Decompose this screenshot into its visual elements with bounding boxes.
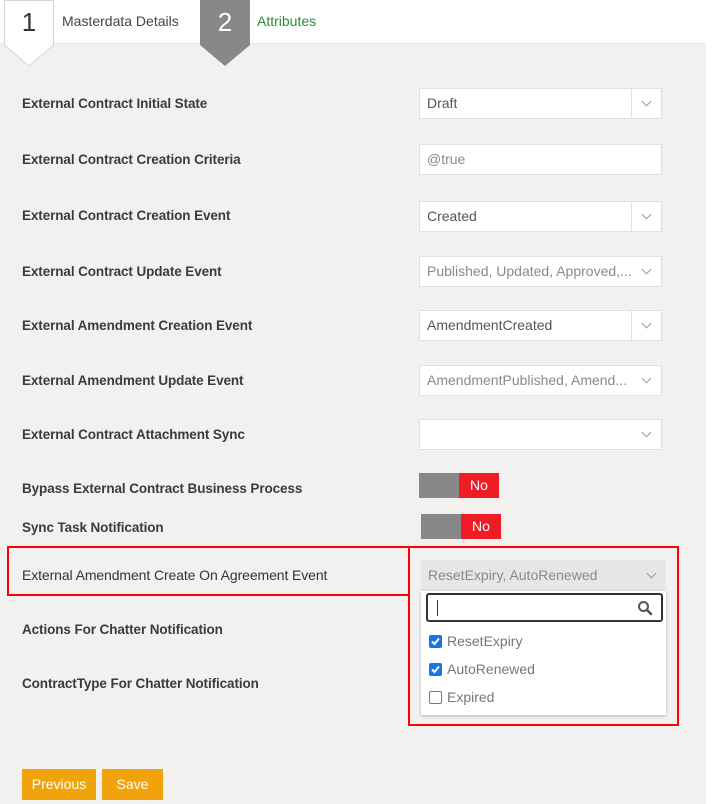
creation-criteria-input[interactable]: @true [419, 144, 662, 175]
field-label: ContractType For Chatter Notification [22, 676, 259, 691]
field-label: External Contract Initial State [22, 96, 208, 111]
sync-task-notification-toggle[interactable]: No [421, 514, 501, 539]
toggle-state: No [461, 514, 501, 539]
text-cursor [437, 600, 438, 616]
toggle-state: No [459, 473, 499, 498]
multiselect-dropdown-panel: ResetExpiry AutoRenewed Expired [421, 591, 666, 715]
toggle-off-area [419, 473, 459, 498]
chevron-down-icon[interactable] [631, 202, 661, 231]
select-value: Published, Updated, Approved,... [427, 263, 632, 279]
option-label: Expired [447, 689, 495, 705]
page: 1 Masterdata Details 2 Attributes Extern… [0, 0, 720, 804]
agreement-event-multiselect[interactable]: ResetExpiry, AutoRenewed [421, 560, 666, 591]
attachment-sync-multiselect[interactable] [419, 419, 662, 450]
field-label: Sync Task Notification [22, 520, 164, 535]
save-button[interactable]: Save [102, 769, 163, 800]
checkbox-unchecked-icon[interactable] [429, 690, 442, 704]
step-number: 2 [217, 7, 233, 37]
option-label: ResetExpiry [447, 633, 523, 649]
select-value: Draft [427, 95, 458, 111]
chevron-down-icon[interactable] [631, 257, 661, 286]
chevron-down-icon[interactable] [631, 311, 661, 340]
chevron-down-icon[interactable] [631, 420, 661, 449]
field-label: External Amendment Create On Agreement E… [22, 567, 328, 583]
select-value: AmendmentCreated [427, 317, 553, 333]
step-number: 1 [21, 7, 37, 37]
previous-button[interactable]: Previous [22, 769, 96, 800]
amendment-update-event-multiselect[interactable]: AmendmentPublished, Amend... [419, 365, 662, 396]
dropdown-search-input[interactable] [426, 593, 663, 622]
field-label: Actions For Chatter Notification [22, 622, 223, 637]
checkbox-checked-icon[interactable] [429, 634, 442, 648]
option-label: AutoRenewed [447, 661, 535, 677]
field-label: External Contract Update Event [22, 264, 222, 279]
chevron-down-icon[interactable] [631, 89, 661, 118]
select-value: Created [427, 208, 477, 224]
field-label: Bypass External Contract Business Proces… [22, 481, 303, 496]
checkbox-checked-icon[interactable] [429, 662, 442, 676]
wizard-step-1[interactable]: 1 [4, 0, 54, 67]
bypass-process-toggle[interactable]: No [419, 473, 499, 498]
wizard-steps: 1 Masterdata Details 2 Attributes [0, 0, 720, 67]
dropdown-option[interactable]: ResetExpiry [429, 630, 522, 652]
initial-state-select[interactable]: Draft [419, 88, 662, 119]
dropdown-option[interactable]: Expired [429, 686, 494, 708]
toggle-off-area [421, 514, 461, 539]
amendment-creation-event-select[interactable]: AmendmentCreated [419, 310, 662, 341]
chevron-down-icon[interactable] [636, 560, 666, 591]
update-event-multiselect[interactable]: Published, Updated, Approved,... [419, 256, 662, 287]
wizard-step-1-label[interactable]: Masterdata Details [62, 12, 179, 30]
creation-event-select[interactable]: Created [419, 201, 662, 232]
chevron-down-icon[interactable] [631, 366, 661, 395]
input-value: @true [427, 151, 466, 167]
right-margin [706, 43, 720, 804]
field-label: External Amendment Creation Event [22, 318, 253, 333]
dropdown-option[interactable]: AutoRenewed [429, 658, 535, 680]
field-label: External Amendment Update Event [22, 373, 244, 388]
search-icon [638, 601, 653, 616]
field-label: External Contract Attachment Sync [22, 427, 245, 442]
field-label: External Contract Creation Event [22, 208, 231, 223]
wizard-step-2[interactable]: 2 [200, 0, 250, 67]
select-value: ResetExpiry, AutoRenewed [428, 567, 598, 583]
wizard-step-2-label[interactable]: Attributes [257, 12, 316, 30]
select-value: AmendmentPublished, Amend... [427, 372, 628, 388]
field-label: External Contract Creation Criteria [22, 152, 241, 167]
